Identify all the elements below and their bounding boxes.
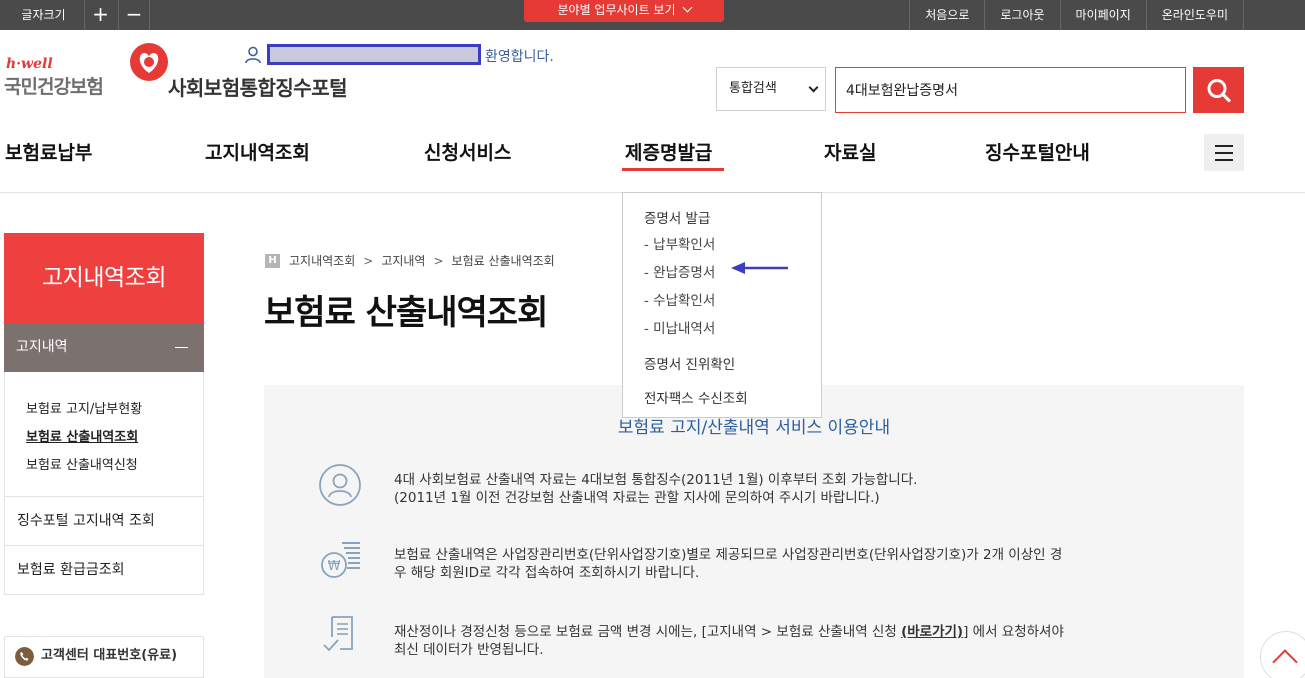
- shortcut-link[interactable]: (바로가기): [901, 624, 963, 640]
- info-p3-line2: 최신 데이터가 반영됩니다.: [394, 642, 544, 658]
- heart-logo-icon: [130, 43, 168, 81]
- breadcrumb-separator: >: [363, 253, 374, 268]
- gnb-active-indicator: [622, 168, 724, 171]
- online-help-link[interactable]: 온라인도우미: [1145, 0, 1244, 30]
- lnb-title: 고지내역조회: [4, 233, 204, 323]
- lnb-section-label: 고지내역: [16, 339, 68, 355]
- page-title: 보험료 산출내역조회: [264, 293, 548, 333]
- gnb-item-certificate-issue[interactable]: 제증명발급: [625, 138, 712, 165]
- gnb-item-notice-inquiry[interactable]: 고지내역조회: [205, 138, 310, 165]
- phone-icon: [15, 647, 34, 666]
- search-scope-select[interactable]: 통합검색: [716, 67, 826, 111]
- info-p2-line2: 우 해당 회원ID로 각각 접속하여 조회하시기 바랍니다.: [394, 565, 700, 581]
- chevron-down-icon: [682, 2, 692, 13]
- info-p3-line1: 재산정이나 경정신청 등으로 보험료 금액 변경 시에는, [고지내역 > 보험…: [394, 623, 1194, 641]
- breadcrumb-item[interactable]: 고지내역조회: [289, 252, 355, 269]
- document-check-icon: [323, 616, 353, 652]
- mypage-link[interactable]: 마이페이지: [1059, 0, 1146, 30]
- field-site-label: 분야별 업무사이트 보기: [557, 3, 676, 17]
- lnb-item-portal-notice[interactable]: 징수포털 고지내역 조회: [4, 497, 204, 546]
- breadcrumb-separator: >: [433, 253, 444, 268]
- dropdown-item-unpaid-statement[interactable]: - 미납내역서: [644, 317, 715, 337]
- person-icon: [319, 464, 361, 506]
- logout-link[interactable]: 로그아웃: [984, 0, 1059, 30]
- certificate-dropdown-menu: 증명서 발급 - 납부확인서 - 완납증명서 - 수납확인서 - 미납내역서 증…: [622, 192, 822, 418]
- gnb-item-portal-guide[interactable]: 징수포털안내: [985, 138, 1090, 165]
- info-p3-text-b: ] 에서 요청하셔야: [963, 624, 1064, 640]
- search-icon: [1207, 79, 1231, 103]
- money-stack-icon: ₩: [321, 542, 360, 578]
- dropdown-item-receipt-confirmation[interactable]: - 수납확인서: [644, 289, 715, 309]
- gnb-item-application-service[interactable]: 신청서비스: [424, 138, 511, 165]
- scroll-top-button[interactable]: [1260, 631, 1305, 678]
- lnb-item-refund-inquiry[interactable]: 보험료 환급금조회: [4, 546, 204, 595]
- field-site-dropdown-button[interactable]: 분야별 업무사이트 보기: [524, 0, 724, 22]
- info-p1-line1: 4대 사회보험료 산출내역 자료는 4대보험 통합징수(2011년 1월) 이후…: [394, 472, 918, 488]
- portal-title: 사회보험통합징수포털: [168, 76, 348, 100]
- lnb-sub-item-calc-request[interactable]: 보험료 산출내역신청: [26, 454, 138, 473]
- top-utility-bar: 글자크기 + − 분야별 업무사이트 보기 처음으로 로그아웃 마이페이지 온라…: [0, 0, 1305, 30]
- dropdown-item-efax-inquiry[interactable]: 전자팩스 수신조회: [644, 387, 748, 407]
- home-icon[interactable]: H: [265, 253, 280, 268]
- dropdown-item-payment-confirmation[interactable]: - 납부확인서: [644, 233, 715, 253]
- chevron-down-icon: [808, 82, 819, 93]
- home-link[interactable]: 처음으로: [909, 0, 984, 30]
- search-input[interactable]: [835, 67, 1186, 113]
- info-p1-line2: (2011년 1월 이전 건강보험 산출내역 자료는 관할 지사에 문의하여 주…: [394, 490, 880, 506]
- redacted-user-name: [267, 44, 481, 65]
- lnb-submenu: 보험료 고지/납부현황 보험료 산출내역조회 보험료 산출내역신청: [4, 372, 204, 497]
- service-info-box: 보험료 고지/산출내역 서비스 이용안내 4대 사회보험료 산출내역 자료는 4…: [264, 385, 1244, 678]
- dropdown-item-authenticity-check[interactable]: 증명서 진위확인: [644, 353, 735, 373]
- breadcrumb-item-current: 보험료 산출내역조회: [451, 254, 555, 268]
- dropdown-heading-certificate-issue[interactable]: 증명서 발급: [644, 207, 710, 227]
- breadcrumb-item[interactable]: 고지내역: [381, 252, 425, 269]
- svg-text:₩: ₩: [328, 559, 341, 574]
- info-p2-line1: 보험료 산출내역은 사업장관리번호(단위사업장기호)별로 제공되므로 사업장관리…: [394, 547, 1063, 563]
- nhis-logo[interactable]: h·well 국민건강보험: [4, 42, 168, 102]
- top-links: 처음으로 로그아웃 마이페이지 온라인도우미: [909, 0, 1244, 30]
- lnb-sub-item-notice-status[interactable]: 보험료 고지/납부현황: [26, 398, 142, 417]
- info-p3-text-a: 재산정이나 경정신청 등으로 보험료 금액 변경 시에는, [고지내역 > 보험…: [394, 624, 902, 640]
- logo-main-text: 국민건강보험: [4, 76, 104, 98]
- lnb-sub-item-calc-inquiry[interactable]: 보험료 산출내역조회: [26, 426, 138, 445]
- font-decrease-button[interactable]: −: [118, 0, 150, 30]
- font-size-label: 글자크기: [21, 8, 66, 22]
- all-menu-button[interactable]: [1204, 134, 1244, 171]
- search-button[interactable]: [1193, 67, 1244, 113]
- welcome-text: 환영합니다.: [485, 49, 554, 65]
- collapse-icon: [175, 347, 188, 348]
- hamburger-icon: [1215, 159, 1233, 161]
- search-scope-value: 통합검색: [729, 81, 777, 96]
- info-paragraph-1: 4대 사회보험료 산출내역 자료는 4대보험 통합징수(2011년 1월) 이후…: [394, 471, 1194, 507]
- dropdown-item-full-payment-certificate[interactable]: - 완납증명서: [644, 261, 715, 281]
- hamburger-icon: [1215, 145, 1233, 147]
- hamburger-icon: [1215, 152, 1233, 154]
- gnb-item-data-room[interactable]: 자료실: [824, 138, 876, 165]
- info-paragraph-2: 보험료 산출내역은 사업장관리번호(단위사업장기호)별로 제공되므로 사업장관리…: [394, 546, 1194, 582]
- customer-center-box: 고객센터 대표번호(유료): [4, 636, 204, 678]
- breadcrumb: H 고지내역조회 > 고지내역 > 보험료 산출내역조회: [265, 252, 555, 269]
- gnb-item-premium-payment[interactable]: 보험료납부: [5, 138, 92, 165]
- font-increase-button[interactable]: +: [84, 0, 116, 30]
- user-icon: [245, 46, 261, 64]
- logo-hwell-text: h·well: [6, 56, 53, 72]
- customer-center-label: 고객센터 대표번호(유료): [41, 648, 178, 663]
- info-paragraph-3: 재산정이나 경정신청 등으로 보험료 금액 변경 시에는, [고지내역 > 보험…: [394, 623, 1194, 659]
- pointer-arrow-icon: [731, 262, 788, 274]
- chevron-up-icon: [1272, 649, 1298, 675]
- lnb-section-notice[interactable]: 고지내역: [4, 323, 204, 372]
